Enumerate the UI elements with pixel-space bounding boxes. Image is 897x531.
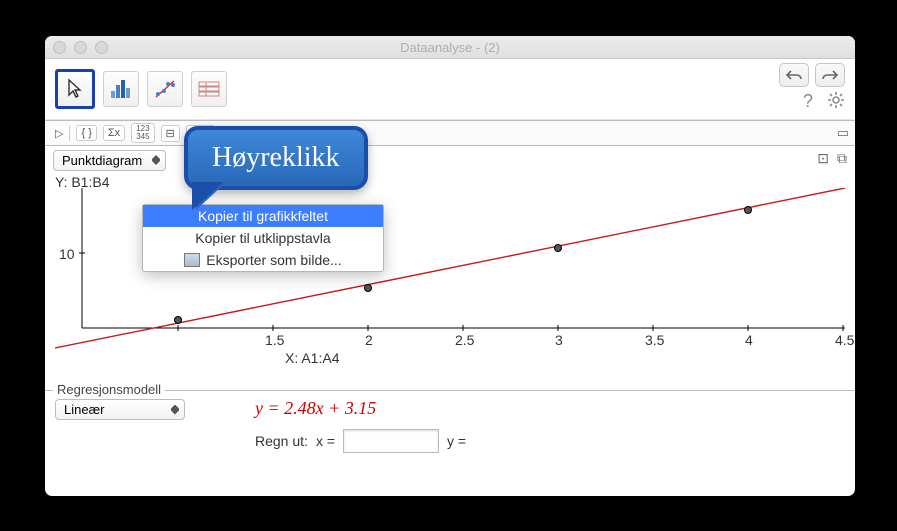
- chart-tool-button[interactable]: [103, 71, 139, 107]
- panel-controls: ⊡ ⧉: [817, 150, 847, 167]
- x-tick-0: 1.5: [265, 332, 284, 348]
- x-tick-1: 2: [365, 332, 373, 348]
- regression-panel: Regresjonsmodell Lineær y = 2.48x + 3.15…: [45, 390, 855, 463]
- x-tick-2: 2.5: [455, 332, 474, 348]
- popout-icon[interactable]: ⧉: [837, 150, 847, 167]
- scatter-icon: [154, 79, 176, 99]
- expand-icon[interactable]: ▷: [51, 126, 70, 141]
- tooltip-tail-icon: [196, 186, 222, 210]
- model-select-wrap: Lineær: [55, 399, 185, 420]
- scatter-tool-button[interactable]: [147, 71, 183, 107]
- pointer-tool-button[interactable]: [55, 69, 95, 109]
- y-equals-label: y =: [447, 433, 466, 449]
- context-menu: Kopier til grafikkfeltet Kopier til utkl…: [142, 204, 384, 272]
- image-icon: [184, 253, 200, 267]
- chart-type-select-wrap: Punktdiagram: [53, 150, 166, 171]
- undo-button[interactable]: [779, 63, 809, 87]
- x-tick-4: 3.5: [645, 332, 664, 348]
- dock-icon[interactable]: ⊡: [817, 150, 829, 167]
- chart-toolbar: Punktdiagram ⊡ ⧉: [45, 146, 855, 174]
- tooltip-text: Høyreklikk: [184, 126, 368, 190]
- ctx-copy-to-clipboard[interactable]: Kopier til utklippstavla: [143, 227, 383, 249]
- tooltip: Høyreklikk: [184, 126, 368, 190]
- undo-icon: [785, 68, 803, 82]
- x-tick-5: 4: [745, 332, 753, 348]
- braces-icon[interactable]: { }: [76, 125, 96, 141]
- sigma-button[interactable]: Σx: [103, 125, 125, 141]
- cursor-icon: [66, 78, 84, 100]
- secondary-toolbar: ▷ { } Σx 123 345 ⊟ X ⇄ ▭: [45, 120, 855, 146]
- x-tick-6: 4.5: [835, 332, 854, 348]
- x-tick-3: 3: [555, 332, 563, 348]
- chart-type-select[interactable]: Punktdiagram: [53, 150, 166, 171]
- x-input[interactable]: [343, 429, 439, 453]
- undo-redo-group: [779, 63, 845, 87]
- table-tool-button[interactable]: [191, 71, 227, 107]
- gear-icon[interactable]: [827, 91, 845, 112]
- titlebar: Dataanalyse - (2): [45, 36, 855, 59]
- redo-icon: [821, 68, 839, 82]
- regression-equation: y = 2.48x + 3.15: [255, 398, 845, 419]
- main-toolbar: ?: [45, 59, 855, 120]
- x-equals-label: x =: [316, 433, 335, 449]
- x-axis-label: X: A1:A4: [285, 350, 339, 386]
- split-icon[interactable]: ⊟: [161, 125, 180, 142]
- regression-model-select[interactable]: Lineær: [55, 399, 185, 420]
- help-settings-group: ?: [803, 91, 845, 112]
- calc-row: Regn ut: x = y =: [255, 429, 845, 453]
- window-title: Dataanalyse - (2): [45, 40, 855, 55]
- redo-button[interactable]: [815, 63, 845, 87]
- ctx-export-image[interactable]: Eksporter som bilde...: [143, 249, 383, 271]
- bar-chart-icon: [110, 79, 132, 99]
- y-tick-10: 10: [59, 246, 75, 262]
- help-icon[interactable]: ?: [803, 91, 813, 112]
- collapse-icon[interactable]: ▭: [837, 125, 849, 141]
- calc-label: Regn ut:: [255, 433, 308, 449]
- regression-legend: Regresjonsmodell: [53, 382, 165, 397]
- table-icon: [198, 81, 220, 97]
- ctx-copy-to-graphics[interactable]: Kopier til grafikkfeltet: [143, 205, 383, 227]
- numbers-button[interactable]: 123 345: [131, 123, 154, 143]
